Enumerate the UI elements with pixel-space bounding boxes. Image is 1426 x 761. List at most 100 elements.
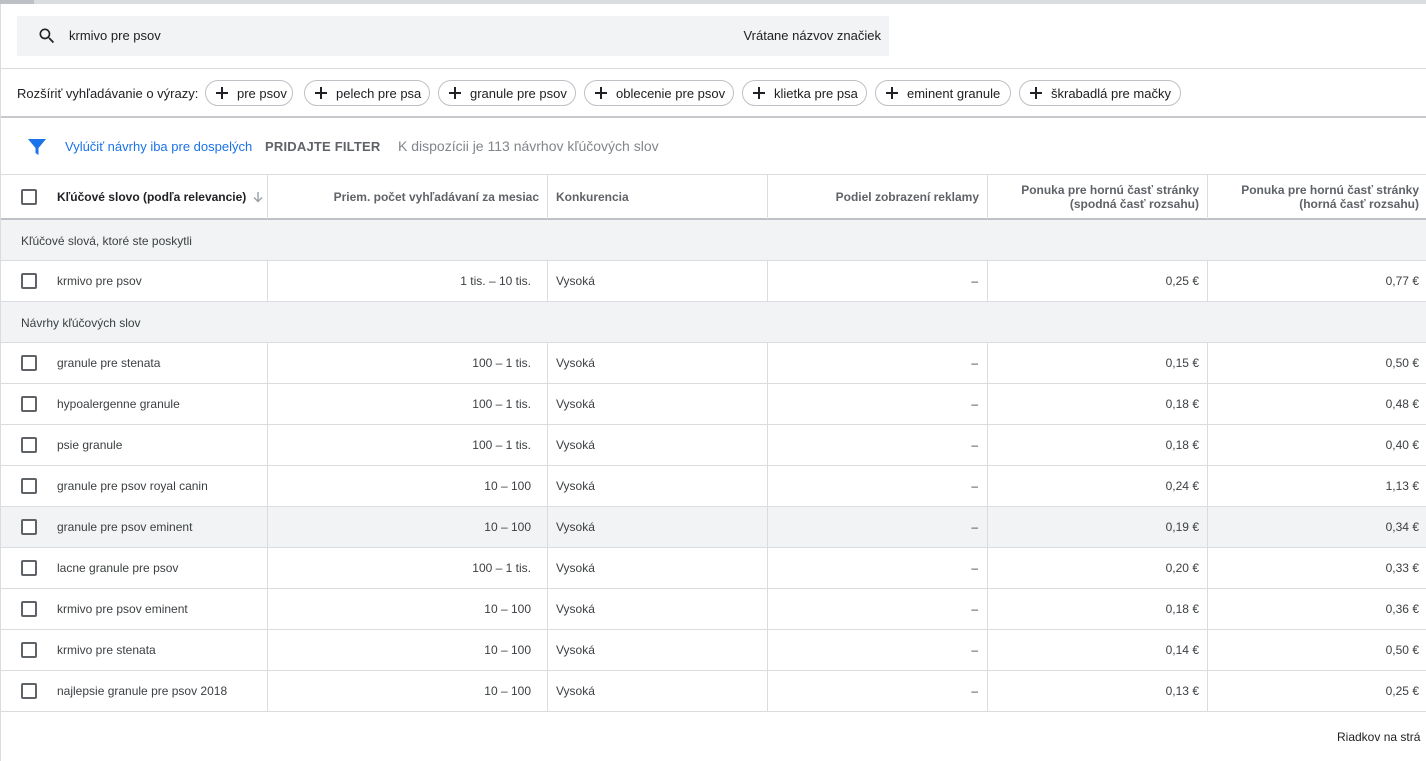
table-row[interactable]: hypoalergenne granule 100 – 1 tis. Vysoká –…: [1, 384, 1426, 425]
table-row[interactable]: granule pre psov royal canin 10 – 100 Vyso…: [1, 466, 1426, 507]
column-divider: [267, 671, 268, 711]
searches-cell: 10 – 100: [484, 602, 531, 616]
row-checkbox[interactable]: [21, 437, 37, 453]
exclude-adult-ideas-link[interactable]: Vylúčiť návrhy iba pre dospelých: [65, 139, 252, 154]
filter-icon[interactable]: [27, 137, 47, 157]
impression-share-cell: –: [971, 274, 978, 288]
include-brand-names-option[interactable]: Vrátane názvov značiek: [743, 28, 881, 43]
expand-chip[interactable]: oblecenie pre psov: [584, 80, 734, 106]
row-checkbox[interactable]: [21, 642, 37, 658]
column-divider: [547, 630, 548, 670]
column-divider: [987, 175, 988, 219]
row-checkbox[interactable]: [21, 560, 37, 576]
expand-chip[interactable]: škrabadlá pre mačky: [1019, 80, 1181, 106]
column-header-competition[interactable]: Konkurencia: [556, 175, 756, 219]
expand-chip[interactable]: klietka pre psa: [742, 80, 867, 106]
table-row[interactable]: krmivo pre psov eminent 10 – 100 Vysoká – 0,…: [1, 589, 1426, 630]
column-divider: [547, 548, 548, 588]
row-checkbox[interactable]: [21, 683, 37, 699]
bid-low-cell: 0,20 €: [1165, 561, 1199, 575]
column-divider: [1207, 425, 1208, 465]
column-divider: [987, 507, 988, 547]
column-divider: [267, 261, 268, 301]
column-divider: [1207, 343, 1208, 383]
column-divider: [767, 175, 768, 219]
column-divider: [987, 425, 988, 465]
column-divider: [1207, 507, 1208, 547]
column-header-searches[interactable]: Priem. počet vyhľadávaní za mesiac: [268, 175, 539, 219]
keyword-cell: krmivo pre psov: [57, 274, 142, 288]
column-divider: [987, 261, 988, 301]
bid-low-cell: 0,18 €: [1165, 438, 1199, 452]
bid-low-cell: 0,25 €: [1165, 274, 1199, 288]
column-divider: [1207, 175, 1208, 219]
search-icon: [39, 28, 55, 44]
competition-cell: Vysoká: [556, 520, 595, 534]
column-divider: [767, 630, 768, 670]
table-header: Kľúčové slovo (podľa relevancie) Priem. …: [1, 174, 1426, 220]
table-row[interactable]: krmivo pre stenata 10 – 100 Vysoká – 0,14 € 0…: [1, 630, 1426, 671]
bid-high-cell: 0,50 €: [1385, 356, 1419, 370]
keyword-ideas-table: Kľúčové slovo (podľa relevancie) Priem. …: [1, 174, 1426, 712]
expand-search-label: Rozšíriť vyhľadávanie o výrazy:: [17, 86, 199, 101]
plus-icon: [216, 87, 228, 99]
column-divider: [767, 384, 768, 424]
column-divider: [267, 630, 268, 670]
expand-chip[interactable]: granule pre psov: [438, 80, 576, 106]
column-divider: [767, 507, 768, 547]
bid-low-cell: 0,19 €: [1165, 520, 1199, 534]
competition-cell: Vysoká: [556, 561, 595, 575]
keyword-search-bar[interactable]: krmivo pre psov Vrátane názvov značiek: [17, 16, 889, 56]
chip-label: pre psov: [237, 85, 287, 101]
column-divider: [1207, 589, 1208, 629]
table-row[interactable]: granule pre stenata 100 – 1 tis. Vysoká – 0,…: [1, 343, 1426, 384]
column-header-impression-share[interactable]: Podiel zobrazení reklamy: [768, 175, 979, 219]
group-label: Návrhy kľúčových slov: [21, 316, 141, 330]
group-label: Kľúčové slová, ktoré ste poskytli: [21, 234, 192, 248]
bid-low-cell: 0,13 €: [1165, 684, 1199, 698]
searches-cell: 100 – 1 tis.: [472, 356, 531, 370]
table-row[interactable]: najlepsie granule pre psov 2018 10 – 100 V…: [1, 671, 1426, 712]
column-divider: [547, 466, 548, 506]
add-filter-button[interactable]: PRIDAJTE FILTER: [265, 139, 380, 154]
column-divider: [767, 261, 768, 301]
column-header-keyword[interactable]: Kľúčové slovo (podľa relevancie): [57, 175, 267, 219]
table-row[interactable]: psie granule 100 – 1 tis. Vysoká – 0,18 € 0,4…: [1, 425, 1426, 466]
keyword-cell: psie granule: [57, 438, 123, 452]
column-divider: [987, 671, 988, 711]
row-checkbox[interactable]: [21, 601, 37, 617]
row-checkbox[interactable]: [21, 273, 37, 289]
keyword-cell: krmivo pre psov eminent: [57, 602, 188, 616]
rows-per-page-label: Riadkov na strá: [1337, 730, 1421, 744]
row-checkbox[interactable]: [21, 478, 37, 494]
chip-label: škrabadlá pre mačky: [1051, 85, 1171, 101]
keyword-cell: granule pre psov eminent: [57, 520, 193, 534]
search-input[interactable]: krmivo pre psov: [69, 28, 161, 43]
table-row[interactable]: krmivo pre psov 1 tis. – 10 tis. Vysoká – 0,…: [1, 261, 1426, 302]
bid-high-cell: 0,34 €: [1385, 520, 1419, 534]
column-header-bid-high[interactable]: Ponuka pre hornú časť stránky (horná čas…: [1213, 175, 1419, 219]
table-row[interactable]: lacne granule pre psov 100 – 1 tis. Vysoká…: [1, 548, 1426, 589]
expand-chip[interactable]: eminent granule: [875, 80, 1011, 106]
suggested-keywords-body: granule pre stenata 100 – 1 tis. Vysoká – 0,…: [1, 343, 1426, 712]
column-divider: [1207, 630, 1208, 670]
table-row[interactable]: granule pre psov eminent 10 – 100 Vysoká – 0…: [1, 507, 1426, 548]
impression-share-cell: –: [971, 438, 978, 452]
select-all-checkbox[interactable]: [21, 189, 37, 205]
bid-low-cell: 0,18 €: [1165, 397, 1199, 411]
column-header-bid-low[interactable]: Ponuka pre hornú časť stránky (spodná ča…: [1002, 175, 1199, 219]
group-header-suggestions: Návrhy kľúčových slov: [1, 302, 1426, 343]
bid-low-cell: 0,15 €: [1165, 356, 1199, 370]
column-divider: [267, 507, 268, 547]
column-divider: [767, 589, 768, 629]
row-checkbox[interactable]: [21, 355, 37, 371]
chip-label: granule pre psov: [470, 85, 567, 101]
column-divider: [547, 384, 548, 424]
expand-chip[interactable]: pelech pre psa: [304, 80, 430, 106]
expand-chip[interactable]: pre psov: [205, 80, 293, 106]
competition-cell: Vysoká: [556, 684, 595, 698]
row-checkbox[interactable]: [21, 519, 37, 535]
row-checkbox[interactable]: [21, 396, 37, 412]
column-divider: [987, 589, 988, 629]
column-divider: [767, 671, 768, 711]
